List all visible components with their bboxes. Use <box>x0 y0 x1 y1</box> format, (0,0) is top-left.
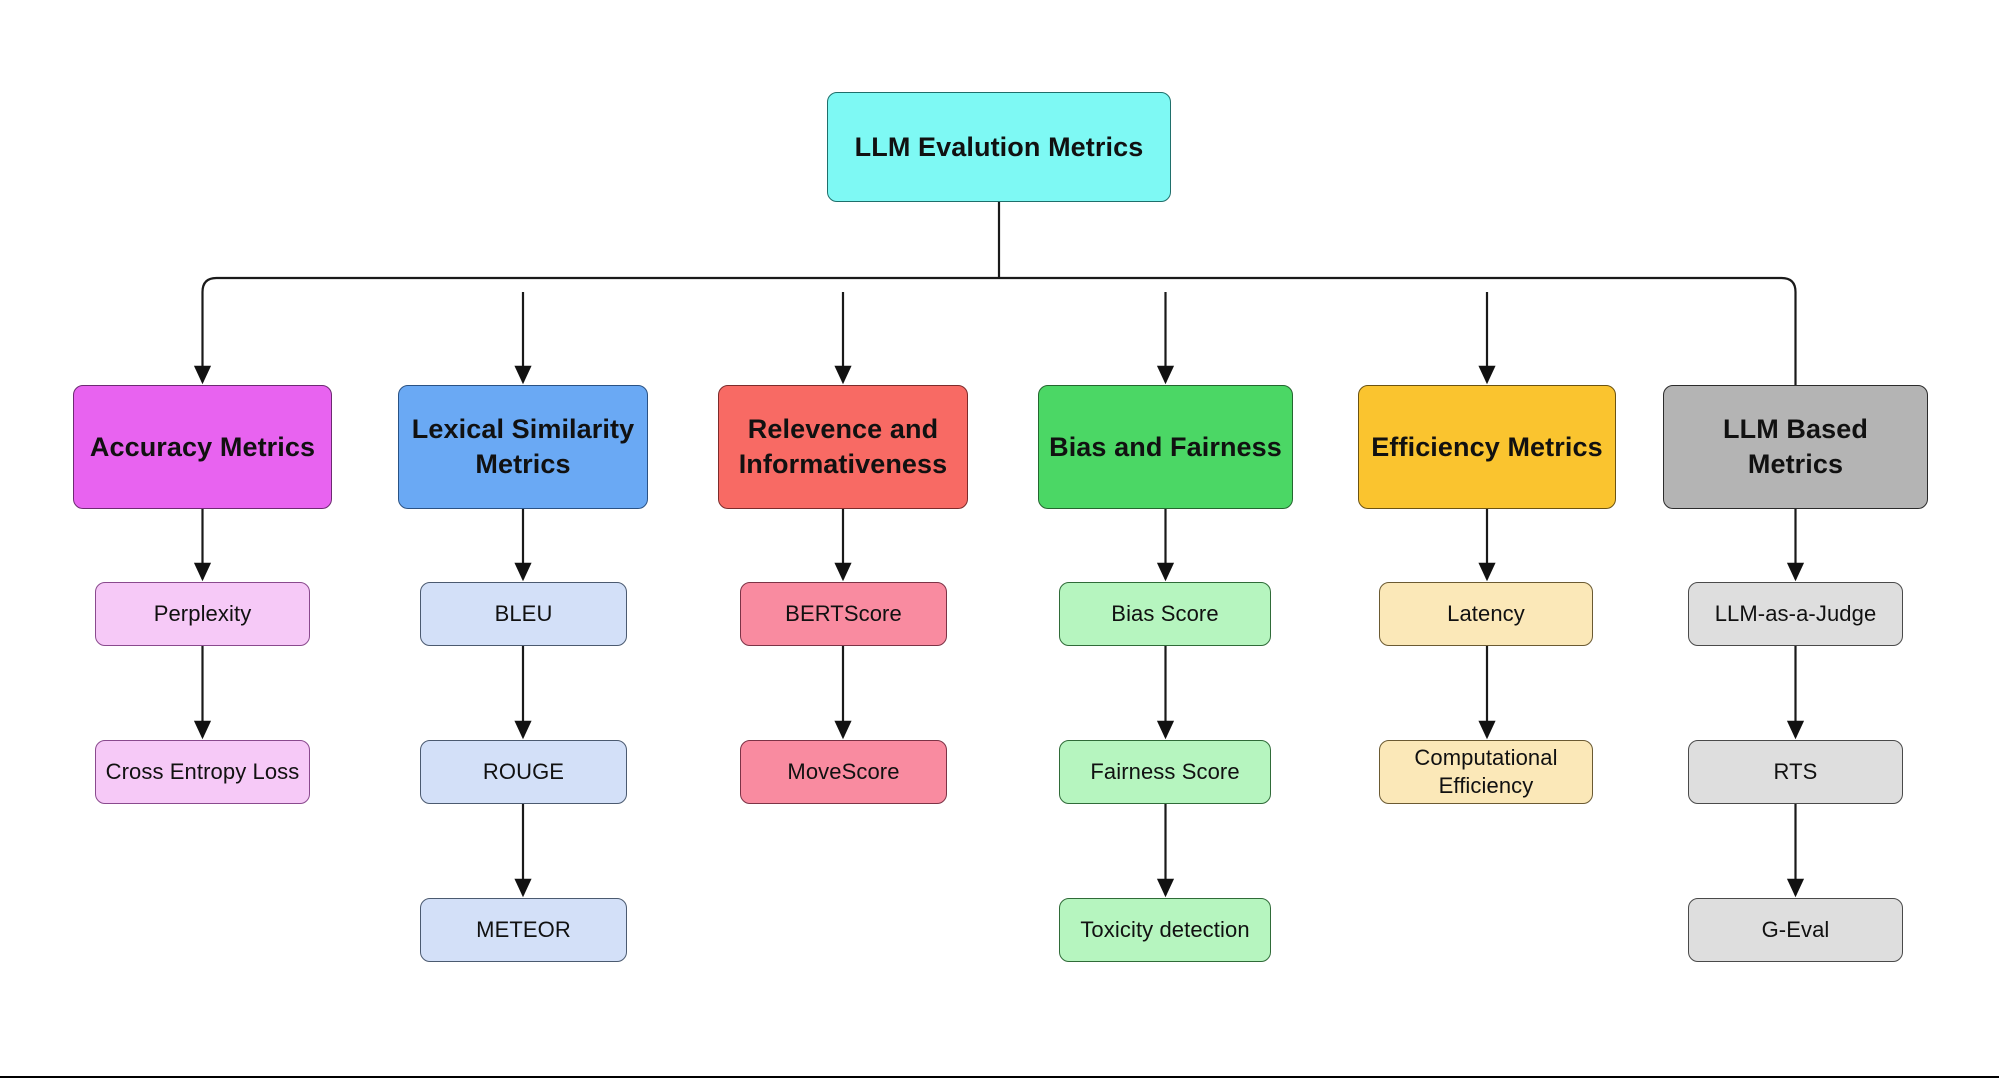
node-leaf-perplexity[interactable]: Perplexity <box>95 582 310 646</box>
node-leaf-toxicity-detection-label: Toxicity detection <box>1080 916 1250 942</box>
node-leaf-cross-entropy-loss-label: Cross Entropy Loss <box>105 758 300 784</box>
node-leaf-g-eval[interactable]: G-Eval <box>1688 898 1903 962</box>
node-category-lexical-label: Lexical Similarity Metrics <box>411 414 635 479</box>
node-category-llm-based[interactable]: LLM Based Metrics <box>1663 385 1928 509</box>
node-category-relevance[interactable]: Relevence and Informativeness <box>718 385 968 509</box>
node-root-llm-evaluation-metrics-label: LLM Evalution Metrics <box>854 131 1144 162</box>
node-leaf-latency-label: Latency <box>1447 600 1525 626</box>
node-category-llm-based-label: LLM Based Metrics <box>1723 414 1868 479</box>
node-leaf-movescore[interactable]: MoveScore <box>740 740 947 804</box>
node-leaf-bertscore-label: BERTScore <box>785 600 902 626</box>
node-leaf-bleu[interactable]: BLEU <box>420 582 627 646</box>
node-leaf-meteor-label: METEOR <box>476 916 571 942</box>
node-leaf-computational-efficiency-label: Computational Efficiency <box>1414 744 1558 798</box>
node-leaf-toxicity-detection[interactable]: Toxicity detection <box>1059 898 1271 962</box>
node-leaf-rouge[interactable]: ROUGE <box>420 740 627 804</box>
diagram-canvas: LLM Evalution Metrics Accuracy Metrics Per… <box>0 0 1999 1085</box>
node-leaf-bertscore[interactable]: BERTScore <box>740 582 947 646</box>
node-leaf-perplexity-label: Perplexity <box>153 600 252 626</box>
node-category-bias[interactable]: Bias and Fairness <box>1038 385 1293 509</box>
node-category-bias-label: Bias and Fairness <box>1049 431 1282 462</box>
node-leaf-bias-score[interactable]: Bias Score <box>1059 582 1271 646</box>
node-category-accuracy[interactable]: Accuracy Metrics <box>73 385 332 509</box>
node-leaf-meteor[interactable]: METEOR <box>420 898 627 962</box>
node-leaf-bias-score-label: Bias Score <box>1111 600 1219 626</box>
node-leaf-rouge-label: ROUGE <box>482 758 565 784</box>
node-leaf-g-eval-label: G-Eval <box>1761 916 1830 942</box>
node-leaf-llm-as-a-judge[interactable]: LLM-as-a-Judge <box>1688 582 1903 646</box>
node-leaf-rts[interactable]: RTS <box>1688 740 1903 804</box>
node-leaf-llm-as-a-judge-label: LLM-as-a-Judge <box>1714 600 1877 626</box>
node-leaf-movescore-label: MoveScore <box>787 758 900 784</box>
node-category-efficiency-label: Efficiency Metrics <box>1371 431 1603 462</box>
node-category-lexical[interactable]: Lexical Similarity Metrics <box>398 385 648 509</box>
connector-line <box>201 276 1797 293</box>
node-leaf-computational-efficiency[interactable]: Computational Efficiency <box>1379 740 1593 804</box>
node-category-efficiency[interactable]: Efficiency Metrics <box>1358 385 1616 509</box>
node-category-relevance-label: Relevence and Informativeness <box>738 414 948 479</box>
node-leaf-rts-label: RTS <box>1773 758 1818 784</box>
node-leaf-bleu-label: BLEU <box>494 600 553 626</box>
node-leaf-fairness-score-label: Fairness Score <box>1090 758 1240 784</box>
node-leaf-cross-entropy-loss[interactable]: Cross Entropy Loss <box>95 740 310 804</box>
node-leaf-latency[interactable]: Latency <box>1379 582 1593 646</box>
node-category-accuracy-label: Accuracy Metrics <box>89 431 316 462</box>
node-leaf-fairness-score[interactable]: Fairness Score <box>1059 740 1271 804</box>
footer-divider <box>0 1076 1999 1078</box>
node-root-llm-evaluation-metrics[interactable]: LLM Evalution Metrics <box>827 92 1171 202</box>
